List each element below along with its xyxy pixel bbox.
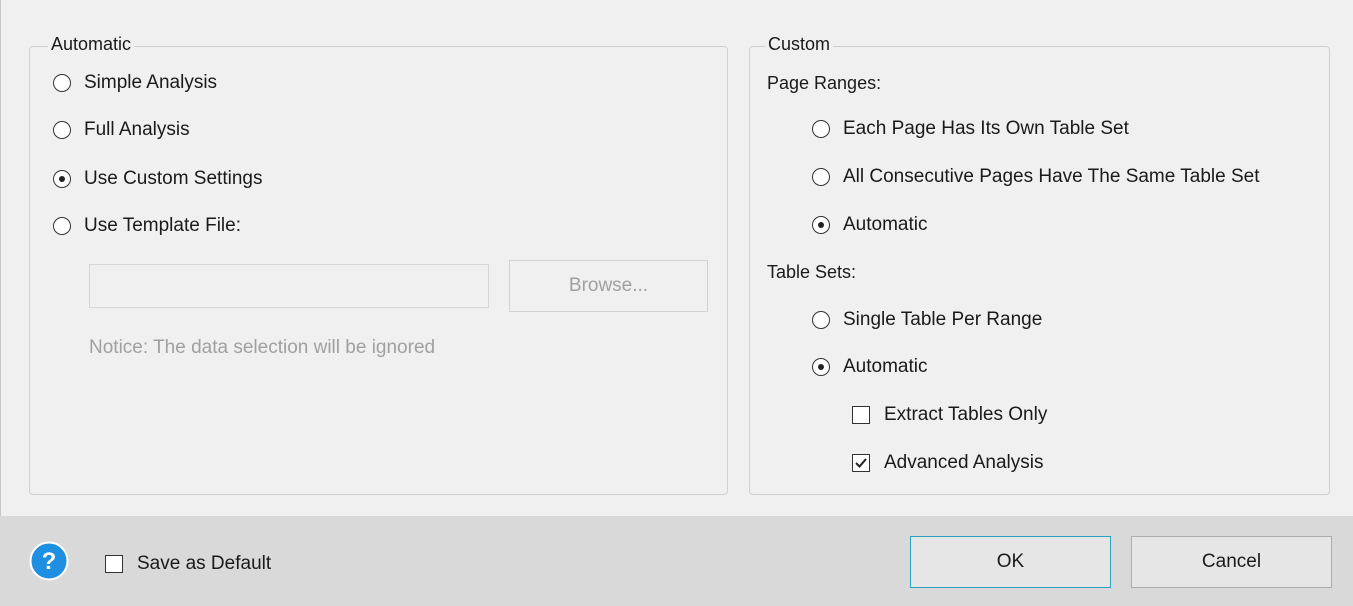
checkbox-label: Save as Default [137, 553, 272, 574]
radio-use-custom-settings[interactable]: Use Custom Settings [53, 168, 262, 190]
ok-button[interactable]: OK [910, 536, 1111, 588]
checkmark-icon [855, 458, 867, 468]
radio-circle[interactable] [53, 217, 71, 235]
radio-circle[interactable] [53, 121, 71, 139]
radio-label: All Consecutive Pages Have The Same Tabl… [843, 166, 1260, 187]
radio-label: Use Template File: [84, 215, 241, 236]
radio-consecutive-pages-same-table-set[interactable]: All Consecutive Pages Have The Same Tabl… [812, 166, 1259, 188]
table-sets-label: Table Sets: [767, 262, 857, 282]
radio-circle[interactable] [812, 120, 830, 138]
checkbox-box-checked[interactable] [852, 454, 870, 472]
radio-circle[interactable] [812, 168, 830, 186]
browse-button[interactable]: Browse... [509, 260, 708, 312]
radio-label: Each Page Has Its Own Table Set [843, 118, 1129, 139]
radio-simple-analysis[interactable]: Simple Analysis [53, 72, 217, 94]
checkbox-extract-tables-only[interactable]: Extract Tables Only [852, 404, 1047, 426]
radio-label: Simple Analysis [84, 72, 218, 93]
radio-page-ranges-automatic[interactable]: Automatic [812, 214, 927, 236]
checkbox-box[interactable] [105, 555, 123, 573]
radio-label: Automatic [843, 214, 928, 235]
radio-single-table-per-range[interactable]: Single Table Per Range [812, 309, 1042, 331]
radio-label: Full Analysis [84, 119, 190, 140]
radio-circle-checked[interactable] [812, 358, 830, 376]
radio-circle-checked[interactable] [812, 216, 830, 234]
checkbox-box[interactable] [852, 406, 870, 424]
radio-full-analysis[interactable]: Full Analysis [53, 119, 190, 141]
template-file-input[interactable] [89, 264, 489, 308]
automatic-group-legend: Automatic [48, 34, 135, 55]
checkbox-save-as-default[interactable]: Save as Default [105, 553, 271, 575]
radio-label: Single Table Per Range [843, 309, 1043, 330]
template-notice: Notice: The data selection will be ignor… [89, 337, 436, 358]
svg-text:?: ? [42, 548, 57, 575]
radio-label: Use Custom Settings [84, 168, 263, 189]
radio-use-template-file[interactable]: Use Template File: [53, 215, 241, 237]
custom-group-legend: Custom [765, 34, 834, 55]
cancel-button[interactable]: Cancel [1131, 536, 1332, 588]
radio-circle-checked[interactable] [53, 170, 71, 188]
radio-label: Automatic [843, 356, 928, 377]
page-ranges-label: Page Ranges: [767, 73, 882, 93]
radio-each-page-own-table-set[interactable]: Each Page Has Its Own Table Set [812, 118, 1129, 140]
radio-circle[interactable] [812, 311, 830, 329]
question-mark-icon[interactable]: ? [29, 541, 69, 581]
checkbox-label: Extract Tables Only [884, 404, 1048, 425]
checkbox-label: Advanced Analysis [884, 452, 1044, 473]
radio-circle[interactable] [53, 74, 71, 92]
radio-table-sets-automatic[interactable]: Automatic [812, 356, 927, 378]
checkbox-advanced-analysis[interactable]: Advanced Analysis [852, 452, 1044, 474]
